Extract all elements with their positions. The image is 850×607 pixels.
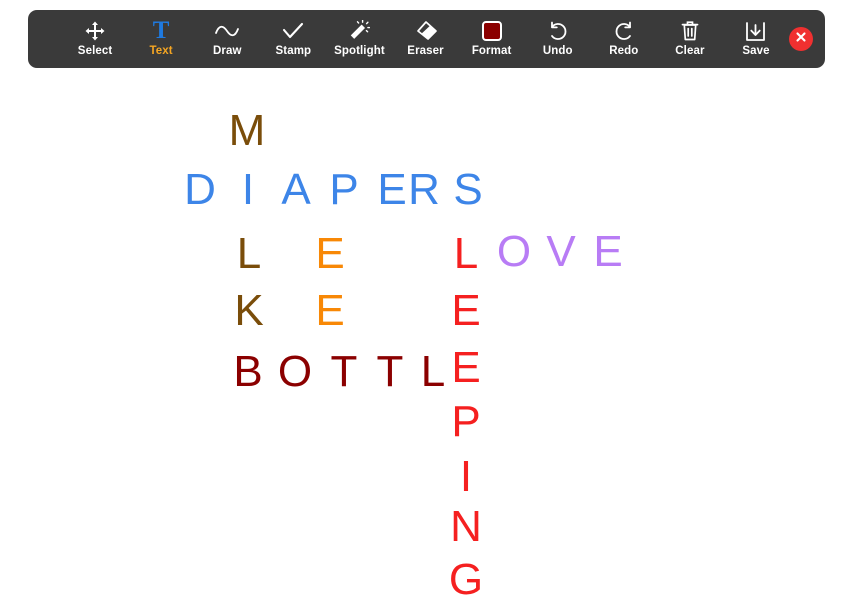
crossword-letter[interactable]: M xyxy=(225,109,269,153)
tool-save[interactable]: Save xyxy=(723,10,789,68)
crossword-letter[interactable]: L xyxy=(444,232,488,276)
annotation-toolbar: Select T Text Draw Stamp xyxy=(28,10,825,68)
tool-draw[interactable]: Draw xyxy=(194,10,260,68)
move-arrows-icon xyxy=(85,20,105,42)
checkmark-icon xyxy=(282,20,304,42)
crossword-letter[interactable]: V xyxy=(539,230,583,274)
crossword-letter[interactable]: N xyxy=(444,505,488,549)
crossword-letter[interactable]: B xyxy=(226,350,270,394)
crossword-letter[interactable]: E xyxy=(308,289,352,333)
tool-label: Spotlight xyxy=(334,46,385,58)
color-swatch-icon xyxy=(482,20,502,42)
text-t-icon: T xyxy=(153,20,170,42)
save-download-icon xyxy=(745,20,766,42)
tool-eraser[interactable]: Eraser xyxy=(392,10,458,68)
tool-label: Save xyxy=(742,46,769,58)
tool-label: Undo xyxy=(543,46,573,58)
tool-spotlight[interactable]: Spotlight xyxy=(326,10,392,68)
crossword-letter[interactable]: S xyxy=(446,168,490,212)
tool-text[interactable]: T Text xyxy=(128,10,194,68)
tool-label: Stamp xyxy=(276,46,312,58)
crossword-letter[interactable]: E xyxy=(308,232,352,276)
undo-arrow-icon xyxy=(547,20,569,42)
tool-stamp[interactable]: Stamp xyxy=(260,10,326,68)
trash-can-icon xyxy=(680,20,700,42)
crossword-letter[interactable]: O xyxy=(273,350,317,394)
tool-label: Clear xyxy=(675,46,704,58)
close-button[interactable] xyxy=(789,27,813,51)
crossword-letter[interactable]: L xyxy=(227,232,271,276)
tool-clear[interactable]: Clear xyxy=(657,10,723,68)
tool-label: Draw xyxy=(213,46,242,58)
tool-label: Text xyxy=(150,46,173,58)
crossword-letter[interactable]: I xyxy=(226,168,270,212)
crossword-letter[interactable]: A xyxy=(274,168,318,212)
whiteboard-canvas[interactable]: MDIAPERSLELOVEKEEBOTTLEPING xyxy=(0,76,850,607)
tool-redo[interactable]: Redo xyxy=(591,10,657,68)
tool-undo[interactable]: Undo xyxy=(525,10,591,68)
crossword-letter[interactable]: T xyxy=(368,350,412,394)
crossword-letter[interactable]: P xyxy=(444,400,488,444)
crossword-letter[interactable]: I xyxy=(444,455,488,499)
crossword-letter[interactable]: T xyxy=(322,350,366,394)
close-x-icon xyxy=(795,30,807,48)
crossword-letter[interactable]: P xyxy=(322,168,366,212)
crossword-letter[interactable]: G xyxy=(444,558,488,602)
crossword-letter[interactable]: E xyxy=(586,230,630,274)
redo-arrow-icon xyxy=(613,20,635,42)
tool-format[interactable]: Format xyxy=(459,10,525,68)
tool-select[interactable]: Select xyxy=(62,10,128,68)
tool-label: Format xyxy=(472,46,512,58)
eraser-icon xyxy=(414,20,438,42)
crossword-letter[interactable]: O xyxy=(492,230,536,274)
tool-label: Eraser xyxy=(407,46,443,58)
crossword-letter[interactable]: K xyxy=(227,289,271,333)
magic-wand-icon xyxy=(348,20,370,42)
crossword-letter[interactable]: E xyxy=(444,346,488,390)
tool-label: Redo xyxy=(609,46,638,58)
crossword-letter[interactable]: R xyxy=(402,168,446,212)
crossword-letter[interactable]: E xyxy=(444,289,488,333)
crossword-letter[interactable]: D xyxy=(178,168,222,212)
tool-label: Select xyxy=(78,46,112,58)
squiggle-line-icon xyxy=(214,20,240,42)
